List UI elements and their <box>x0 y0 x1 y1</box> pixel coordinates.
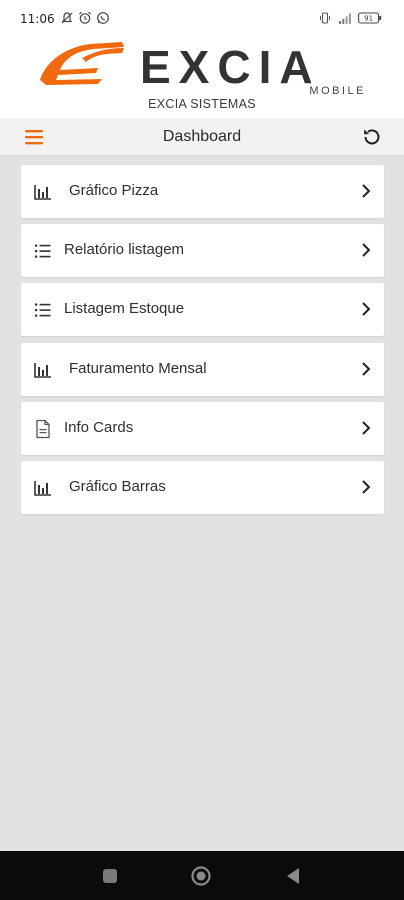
menu-item-label: Relatório listagem <box>64 241 185 259</box>
menu-item-relatorio-listagem[interactable]: Relatório listagem <box>21 224 384 278</box>
dashboard-menu-list: Gráfico Pizza Relatório listagem Listage <box>21 165 384 520</box>
company-name: EXCIA SISTEMAS <box>148 97 256 111</box>
recent-apps-button[interactable] <box>99 865 121 887</box>
bar-chart-icon <box>34 362 51 378</box>
status-icons-right: 91 <box>318 11 382 25</box>
menu-item-label: Gráfico Barras <box>69 477 166 495</box>
status-bar: 11:06 91 <box>0 0 404 36</box>
chevron-right-icon <box>362 184 371 198</box>
toolbar: Dashboard <box>0 118 404 156</box>
triangle-back-icon <box>287 868 299 884</box>
square-icon <box>103 869 117 883</box>
chevron-right-icon <box>362 302 371 317</box>
vibrate-icon <box>320 12 330 24</box>
alarm-icon <box>79 11 91 24</box>
chevron-right-icon <box>362 361 371 376</box>
list-icon <box>35 244 51 258</box>
excia-logo: EXCIA MOBILE <box>40 41 366 97</box>
back-button[interactable] <box>282 865 304 887</box>
chevron-right-icon <box>362 421 371 435</box>
menu-item-label: Faturamento Mensal <box>69 359 207 377</box>
menu-item-label: Info Cards <box>64 418 134 436</box>
status-icons-left <box>60 11 110 25</box>
brand-name: EXCIA <box>140 41 321 93</box>
menu-item-grafico-barras[interactable]: Gráfico Barras <box>21 460 384 514</box>
menu-item-grafico-pizza[interactable]: Gráfico Pizza <box>21 165 384 218</box>
system-nav-bar <box>0 851 404 900</box>
notifications-off-icon <box>61 12 73 24</box>
circle-icon <box>191 866 211 886</box>
battery-level: 91 <box>364 15 373 23</box>
chevron-right-icon <box>362 243 371 257</box>
menu-item-info-cards[interactable]: Info Cards <box>21 401 384 455</box>
app-header: EXCIA MOBILE EXCIA SISTEMAS <box>0 36 404 118</box>
home-button[interactable] <box>190 865 212 887</box>
whatsapp-icon <box>97 12 109 24</box>
list-icon <box>35 303 51 318</box>
brand-subtitle: MOBILE <box>309 85 366 97</box>
status-time: 11:06 <box>20 12 55 26</box>
menu-item-label: Listagem Estoque <box>64 300 185 318</box>
bar-chart-icon <box>34 185 51 200</box>
menu-item-label: Gráfico Pizza <box>69 182 159 199</box>
signal-icon <box>339 13 351 24</box>
menu-item-listagem-estoque[interactable]: Listagem Estoque <box>21 283 384 337</box>
refresh-icon <box>364 129 380 145</box>
menu-item-faturamento-mensal[interactable]: Faturamento Mensal <box>21 342 384 396</box>
battery-icon: 91 <box>358 12 382 24</box>
page-title: Dashboard <box>162 128 242 145</box>
chevron-right-icon <box>362 480 371 494</box>
bar-chart-icon <box>34 480 51 496</box>
document-icon <box>36 419 50 438</box>
refresh-button[interactable] <box>360 125 384 149</box>
